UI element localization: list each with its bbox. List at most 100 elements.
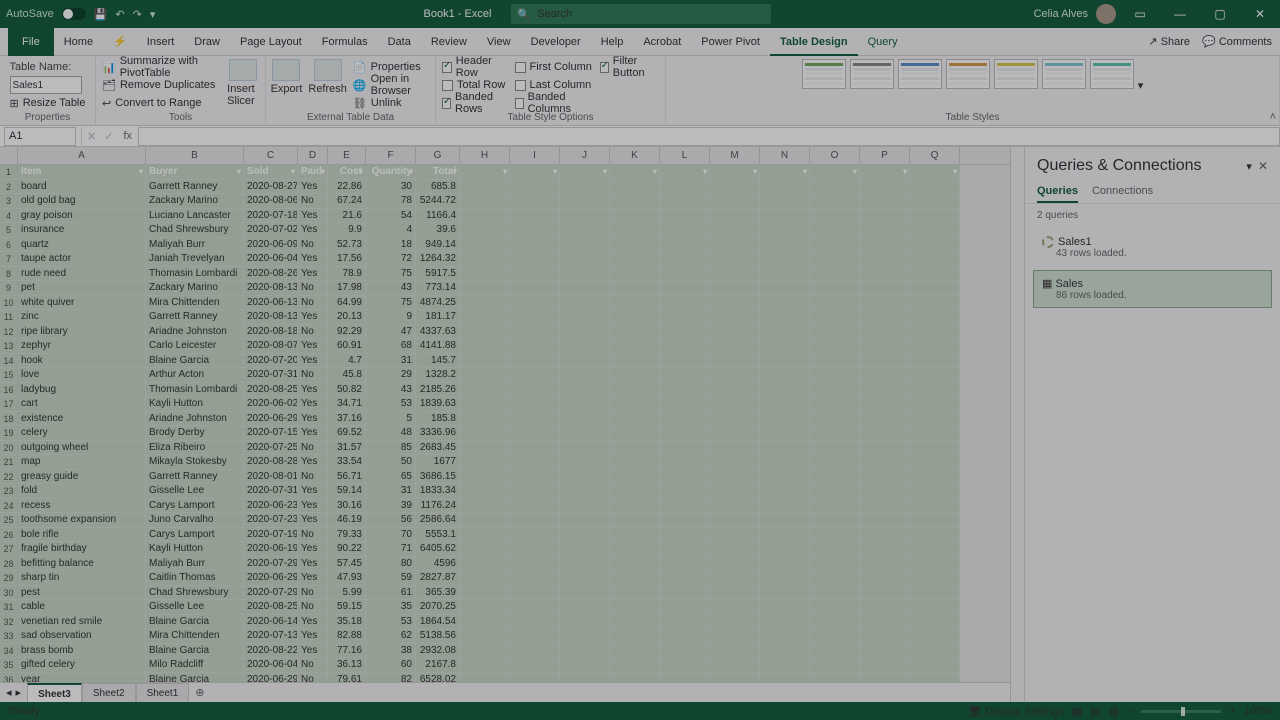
cell[interactable]: Yes — [298, 180, 328, 195]
cell[interactable] — [660, 426, 710, 441]
cell[interactable]: 59.15 — [328, 600, 366, 615]
cell[interactable]: 4874.25 — [416, 296, 460, 311]
cell[interactable] — [460, 542, 510, 557]
cell[interactable]: Quantity — [366, 165, 416, 180]
cell[interactable] — [660, 339, 710, 354]
cell[interactable] — [560, 412, 610, 427]
sheet-tab-1[interactable]: Sheet1 — [136, 683, 190, 703]
maximize-button[interactable]: ▢ — [1204, 0, 1236, 28]
cell[interactable]: 29 — [366, 368, 416, 383]
cell[interactable]: Juno Carvalho — [146, 513, 244, 528]
col-header[interactable]: K — [610, 147, 660, 164]
cell[interactable] — [510, 615, 560, 630]
cell[interactable]: 2020-07-29 — [244, 586, 298, 601]
cell[interactable] — [610, 354, 660, 369]
cell[interactable] — [760, 557, 810, 572]
row-header[interactable]: 11 — [0, 310, 18, 325]
row-header[interactable]: 5 — [0, 223, 18, 238]
cell[interactable] — [710, 644, 760, 659]
cell[interactable]: 2020-08-25 — [244, 383, 298, 398]
cell[interactable] — [510, 252, 560, 267]
cell[interactable]: 82.88 — [328, 629, 366, 644]
cell[interactable]: No — [298, 441, 328, 456]
cell[interactable] — [910, 600, 960, 615]
cell[interactable] — [860, 310, 910, 325]
cell[interactable] — [860, 209, 910, 224]
cell[interactable] — [910, 368, 960, 383]
cell[interactable] — [660, 325, 710, 340]
cell[interactable]: 20.13 — [328, 310, 366, 325]
row-header[interactable]: 31 — [0, 600, 18, 615]
sheet-nav-last-icon[interactable]: ▸ — [16, 686, 22, 699]
cell[interactable] — [560, 600, 610, 615]
row-header[interactable]: 4 — [0, 209, 18, 224]
row-header[interactable]: 27 — [0, 542, 18, 557]
cell[interactable]: 47 — [366, 325, 416, 340]
query-item-0[interactable]: Sales1 43 rows loaded. — [1033, 229, 1272, 266]
cell[interactable] — [510, 513, 560, 528]
cell[interactable] — [460, 484, 510, 499]
tab-review[interactable]: Review — [421, 28, 477, 56]
cell[interactable]: 71 — [366, 542, 416, 557]
cell[interactable]: 59 — [366, 571, 416, 586]
cell[interactable] — [810, 354, 860, 369]
cell[interactable]: No — [298, 586, 328, 601]
cell[interactable] — [660, 629, 710, 644]
cell[interactable] — [910, 383, 960, 398]
cell[interactable] — [510, 586, 560, 601]
cell[interactable] — [710, 470, 760, 485]
cell[interactable] — [860, 238, 910, 253]
select-all-corner[interactable] — [0, 147, 18, 164]
cell[interactable]: rude need — [18, 267, 146, 282]
cell[interactable] — [710, 368, 760, 383]
cell[interactable]: 1864.54 — [416, 615, 460, 630]
cell[interactable]: 17.98 — [328, 281, 366, 296]
row-header[interactable]: 33 — [0, 629, 18, 644]
cell[interactable] — [610, 644, 660, 659]
cell[interactable] — [860, 513, 910, 528]
tab-help[interactable]: Help — [591, 28, 634, 56]
cell[interactable] — [710, 615, 760, 630]
cell[interactable] — [910, 571, 960, 586]
row-header[interactable]: 29 — [0, 571, 18, 586]
cell[interactable] — [510, 557, 560, 572]
cell[interactable] — [710, 267, 760, 282]
pane-dropdown-icon[interactable]: ▾ — [1240, 160, 1258, 173]
cell[interactable]: taupe actor — [18, 252, 146, 267]
cell[interactable] — [660, 368, 710, 383]
cell[interactable]: 9 — [366, 310, 416, 325]
cell[interactable]: 2020-07-31 — [244, 368, 298, 383]
cell[interactable] — [610, 194, 660, 209]
col-header[interactable]: A — [18, 147, 146, 164]
cell[interactable]: 77.16 — [328, 644, 366, 659]
cell[interactable] — [760, 600, 810, 615]
row-header[interactable]: 12 — [0, 325, 18, 340]
cell[interactable] — [710, 281, 760, 296]
cell[interactable] — [660, 296, 710, 311]
cell[interactable] — [510, 673, 560, 683]
cell[interactable] — [760, 629, 810, 644]
cell[interactable] — [810, 209, 860, 224]
cell[interactable] — [810, 470, 860, 485]
cell[interactable]: 31.57 — [328, 441, 366, 456]
cell[interactable]: No — [298, 470, 328, 485]
cell[interactable]: 2020-07-23 — [244, 513, 298, 528]
cell[interactable]: 2020-06-23 — [244, 499, 298, 514]
tab-data[interactable]: Data — [378, 28, 421, 56]
cell[interactable] — [560, 528, 610, 543]
cell[interactable] — [460, 673, 510, 683]
cell[interactable] — [710, 426, 760, 441]
cell[interactable]: 2185.26 — [416, 383, 460, 398]
cell[interactable] — [860, 383, 910, 398]
cell[interactable] — [560, 180, 610, 195]
cell[interactable]: 6528.02 — [416, 673, 460, 683]
cell[interactable]: 47.93 — [328, 571, 366, 586]
cell[interactable] — [710, 542, 760, 557]
cell[interactable] — [560, 383, 610, 398]
cell[interactable]: outgoing wheel — [18, 441, 146, 456]
cell[interactable] — [810, 412, 860, 427]
cell[interactable] — [810, 658, 860, 673]
cell[interactable] — [810, 339, 860, 354]
cell[interactable] — [910, 165, 960, 180]
formula-input[interactable] — [138, 127, 1280, 146]
